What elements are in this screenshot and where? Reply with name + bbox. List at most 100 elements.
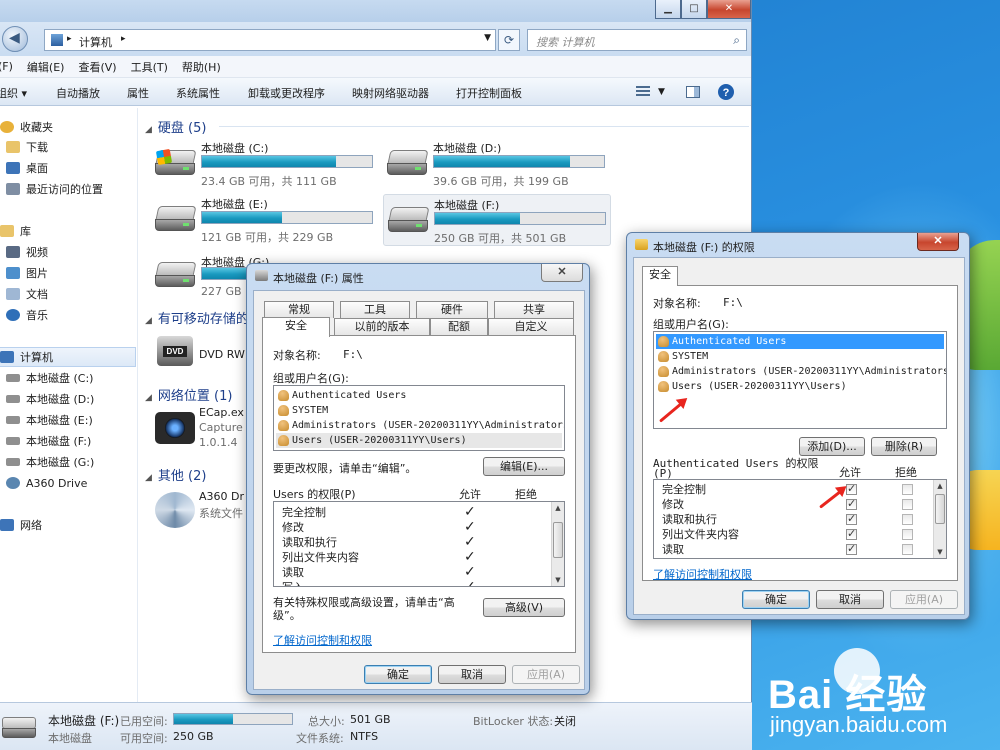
menu-edit[interactable]: 编辑(E) xyxy=(27,59,65,75)
cancel-button[interactable]: 取消 xyxy=(438,665,506,684)
organize-button[interactable]: 组织 ▾ xyxy=(0,85,27,101)
nav-music[interactable]: 音乐 xyxy=(6,305,48,325)
scroll-down-icon[interactable]: ▼ xyxy=(934,546,946,558)
refresh-button[interactable]: ⟳ xyxy=(498,29,520,51)
group-other[interactable]: ◢ 其他 (2) xyxy=(145,465,206,484)
tab-previous-versions[interactable]: 以前的版本 xyxy=(334,318,430,335)
tab-security[interactable]: 安全 xyxy=(642,266,678,286)
deny-checkbox[interactable] xyxy=(902,484,913,495)
apply-button[interactable]: 应用(A) xyxy=(512,665,580,684)
tab-tools[interactable]: 工具 xyxy=(340,301,410,318)
menu-view[interactable]: 查看(V) xyxy=(78,59,116,75)
uninstall-program-button[interactable]: 卸载或更改程序 xyxy=(248,85,325,101)
permissions-scrollbar[interactable]: ▲ ▼ xyxy=(551,502,564,586)
address-box[interactable]: ▸ 计算机 ▸ ▼ xyxy=(44,29,496,51)
user-list-item[interactable]: Authenticated Users xyxy=(276,388,406,403)
user-list-item[interactable]: Administrators (USER-20200311YY\Administ… xyxy=(276,418,564,433)
scroll-down-icon[interactable]: ▼ xyxy=(552,574,564,586)
nav-drive-g[interactable]: 本地磁盘 (G:) xyxy=(6,452,94,472)
apply-button[interactable]: 应用(A) xyxy=(890,590,958,609)
nav-drive-c[interactable]: 本地磁盘 (C:) xyxy=(6,368,93,388)
allow-checkbox[interactable] xyxy=(846,542,857,555)
user-list-item[interactable]: Administrators (USER-20200311YY\Administ… xyxy=(656,364,946,379)
add-button[interactable]: 添加(D)... xyxy=(799,437,865,456)
nav-drive-d[interactable]: 本地磁盘 (D:) xyxy=(6,389,94,409)
tab-hardware[interactable]: 硬件 xyxy=(416,301,488,318)
drive-e[interactable]: 本地磁盘 (E:) 121 GB 可用，共 229 GB xyxy=(151,194,379,246)
user-list-item[interactable]: SYSTEM xyxy=(656,349,708,364)
chevron-down-icon[interactable]: ▼ xyxy=(658,87,665,97)
drive-c[interactable]: 本地磁盘 (C:) 23.4 GB 可用，共 111 GB xyxy=(151,138,379,190)
group-removable[interactable]: ◢ 有可移动存储的 xyxy=(145,308,249,327)
group-network[interactable]: ◢ 网络位置 (1) xyxy=(145,385,232,404)
search-input[interactable]: 搜索 计算机 ⌕ xyxy=(527,29,747,51)
user-list-item[interactable]: SYSTEM xyxy=(276,403,328,418)
scroll-up-icon[interactable]: ▲ xyxy=(934,480,946,492)
baidu-watermark: Bai 经验 jingyan.baidu.com xyxy=(768,640,1000,750)
edit-button[interactable]: 编辑(E)... xyxy=(483,457,565,476)
ok-button[interactable]: 确定 xyxy=(742,590,810,609)
back-button[interactable]: ◀ xyxy=(2,26,28,52)
scroll-thumb[interactable] xyxy=(553,522,563,558)
nav-videos[interactable]: 视频 xyxy=(6,242,48,262)
chevron-down-icon[interactable]: ▼ xyxy=(484,33,491,43)
nav-computer[interactable]: 计算机 xyxy=(0,347,136,367)
scroll-thumb[interactable] xyxy=(935,494,945,524)
allow-checkbox[interactable] xyxy=(846,512,857,525)
view-options-icon[interactable] xyxy=(636,86,650,98)
nav-documents[interactable]: 文档 xyxy=(6,284,48,304)
menu-tools[interactable]: 工具(T) xyxy=(131,59,168,75)
minimize-button[interactable]: ▁ xyxy=(655,0,681,19)
nav-recent[interactable]: 最近访问的位置 xyxy=(6,179,103,199)
allow-checkbox[interactable] xyxy=(846,497,857,510)
deny-checkbox[interactable] xyxy=(902,529,913,540)
tab-general[interactable]: 常规 xyxy=(264,301,334,318)
deny-checkbox[interactable] xyxy=(902,544,913,555)
nav-desktop[interactable]: 桌面 xyxy=(6,158,48,178)
maximize-button[interactable]: □ xyxy=(681,0,707,19)
close-button[interactable]: ✕ xyxy=(707,0,751,19)
cancel-button[interactable]: 取消 xyxy=(816,590,884,609)
permissions-list: 完全控制 修改 读取和执行 列出文件夹内容 读取 写入 ✓ ✓ ✓ ✓ ✓ ✓ … xyxy=(273,501,565,587)
menu-file[interactable]: (F) xyxy=(0,60,13,73)
help-icon[interactable]: ? xyxy=(718,84,734,100)
nav-drive-e[interactable]: 本地磁盘 (E:) xyxy=(6,410,93,430)
deny-checkbox[interactable] xyxy=(902,499,913,510)
nav-network[interactable]: 网络 xyxy=(0,515,42,535)
tab-quota[interactable]: 配额 xyxy=(430,318,488,335)
user-list-item-selected[interactable]: Users (USER-20200311YY\Users) xyxy=(276,433,562,448)
nav-favorites[interactable]: 收藏夹 xyxy=(0,117,53,137)
map-network-drive-button[interactable]: 映射网络驱动器 xyxy=(352,85,429,101)
ok-button[interactable]: 确定 xyxy=(364,665,432,684)
close-button[interactable]: ✕ xyxy=(541,264,583,282)
nav-drive-f[interactable]: 本地磁盘 (F:) xyxy=(6,431,91,451)
allow-checkbox[interactable] xyxy=(846,527,857,540)
learn-access-control-link[interactable]: 了解访问控制和权限 xyxy=(653,566,752,582)
menu-help[interactable]: 帮助(H) xyxy=(182,59,221,75)
permissions-scrollbar[interactable]: ▲ ▼ xyxy=(933,480,946,558)
nav-pictures[interactable]: 图片 xyxy=(6,263,48,283)
learn-access-control-link[interactable]: 了解访问控制和权限 xyxy=(273,632,372,648)
deny-checkbox[interactable] xyxy=(902,514,913,525)
nav-libraries[interactable]: 库 xyxy=(0,221,31,241)
system-properties-button[interactable]: 系统属性 xyxy=(176,85,220,101)
user-list-item-selected[interactable]: Authenticated Users xyxy=(656,334,944,349)
tab-security[interactable]: 安全 xyxy=(262,317,330,337)
open-control-panel-button[interactable]: 打开控制面板 xyxy=(456,85,522,101)
user-list-item[interactable]: Users (USER-20200311YY\Users) xyxy=(656,379,847,394)
properties-button[interactable]: 属性 xyxy=(127,85,149,101)
nav-a360[interactable]: A360 Drive xyxy=(6,473,87,493)
close-button[interactable]: ✕ xyxy=(917,233,959,251)
back-arrow-icon: ◀ xyxy=(9,30,20,46)
group-hard-disks[interactable]: ◢ 硬盘 (5) xyxy=(145,117,206,136)
tab-sharing[interactable]: 共享 xyxy=(494,301,574,318)
advanced-button[interactable]: 高级(V) xyxy=(483,598,565,617)
remove-button[interactable]: 删除(R) xyxy=(871,437,937,456)
drive-d[interactable]: 本地磁盘 (D:) 39.6 GB 可用，共 199 GB xyxy=(383,138,611,190)
scroll-up-icon[interactable]: ▲ xyxy=(552,502,564,514)
nav-downloads[interactable]: 下载 xyxy=(6,137,48,157)
drive-f[interactable]: 本地磁盘 (F:) 250 GB 可用，共 501 GB xyxy=(383,194,611,246)
tab-customize[interactable]: 自定义 xyxy=(488,318,574,335)
preview-pane-icon[interactable] xyxy=(686,86,700,98)
autoplay-button[interactable]: 自动播放 xyxy=(56,85,100,101)
